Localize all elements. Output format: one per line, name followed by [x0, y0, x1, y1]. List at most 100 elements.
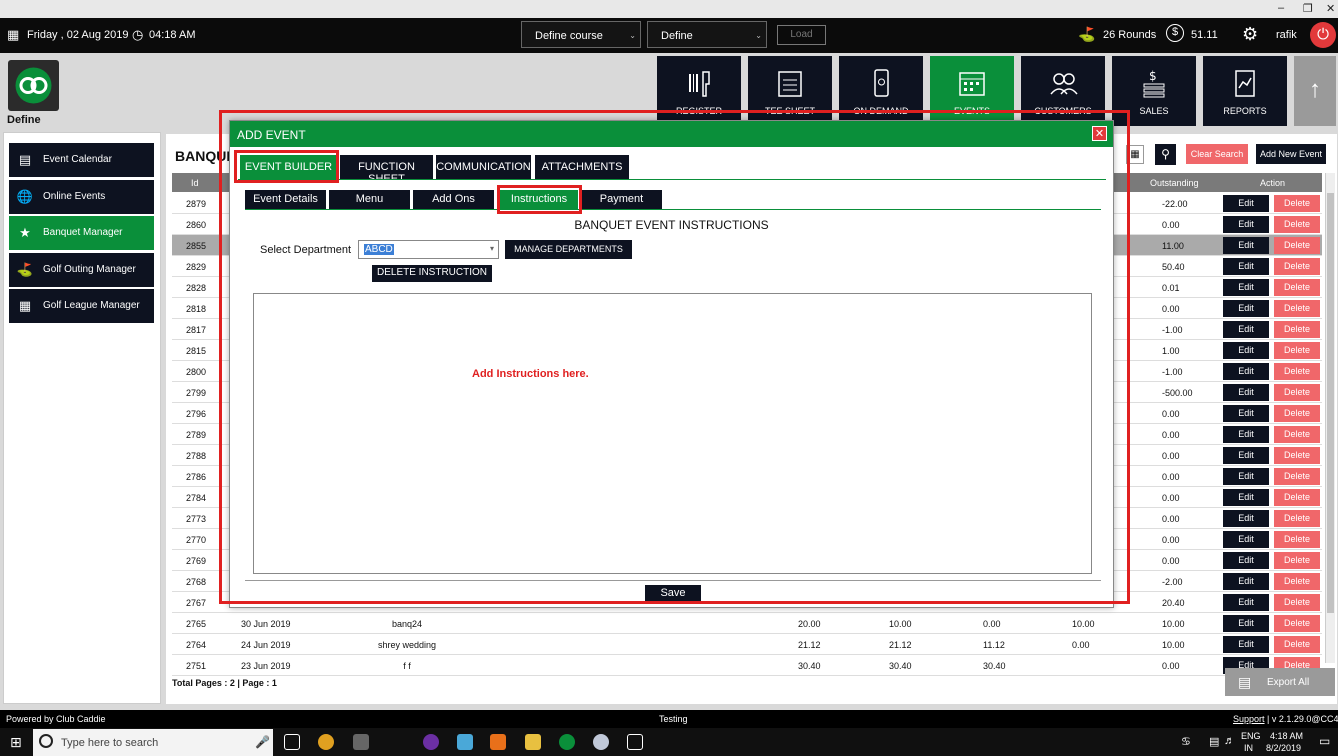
top-bar: ▦ Friday , 02 Aug 2019 ◷ 04:18 AM Define…	[0, 18, 1338, 53]
task-view-icon[interactable]	[284, 734, 300, 750]
delete-button[interactable]: Delete	[1274, 447, 1320, 464]
delete-button[interactable]: Delete	[1274, 363, 1320, 380]
edit-button[interactable]: Edit	[1223, 300, 1269, 317]
club-caddie-icon[interactable]	[559, 734, 575, 750]
add-new-event-button[interactable]: Add New Event	[1256, 144, 1326, 164]
sidebar-item-online-events[interactable]: 🌐 Online Events	[9, 180, 154, 214]
edit-button[interactable]: Edit	[1223, 573, 1269, 590]
calculator-icon[interactable]	[353, 734, 369, 750]
delete-button[interactable]: Delete	[1274, 216, 1320, 233]
course-select[interactable]: Define course ⌄	[521, 21, 641, 48]
edit-button[interactable]: Edit	[1223, 489, 1269, 506]
edit-button[interactable]: Edit	[1223, 594, 1269, 611]
cell-id: 2879	[186, 199, 207, 209]
edit-button[interactable]: Edit	[1223, 468, 1269, 485]
edit-button[interactable]: Edit	[1223, 342, 1269, 359]
load-button[interactable]: Load	[777, 25, 826, 45]
photos-icon[interactable]	[627, 734, 643, 750]
edit-button[interactable]: Edit	[1223, 195, 1269, 212]
edit-button[interactable]: Edit	[1223, 384, 1269, 401]
edit-button[interactable]: Edit	[1223, 216, 1269, 233]
sidebar-item-banquet-manager[interactable]: ★ Banquet Manager	[9, 216, 154, 250]
edit-button[interactable]: Edit	[1223, 258, 1269, 275]
power-icon[interactable]: ⏻	[1310, 22, 1336, 48]
edit-button[interactable]: Edit	[1223, 615, 1269, 632]
table-row[interactable]: 2765 30 Jun 2019 banq24 20.00 10.00 0.00 10.00…	[172, 613, 1322, 634]
table-scrollbar[interactable]	[1325, 173, 1335, 663]
close-window-icon[interactable]: ✕	[1326, 2, 1335, 15]
taskbar-search-placeholder: Type here to search	[61, 737, 159, 749]
network-icon[interactable]: ▤	[1209, 735, 1219, 748]
edit-button[interactable]: Edit	[1223, 405, 1269, 422]
edit-button[interactable]: Edit	[1223, 279, 1269, 296]
edit-button[interactable]: Edit	[1223, 237, 1269, 254]
column-header-id[interactable]: Id	[191, 178, 199, 188]
edit-button[interactable]: Edit	[1223, 447, 1269, 464]
cell-amount: 0.00	[1072, 640, 1090, 650]
notes-icon[interactable]	[457, 734, 473, 750]
cell-amount: 21.12	[889, 640, 912, 650]
delete-button[interactable]: Delete	[1274, 468, 1320, 485]
delete-button[interactable]: Delete	[1274, 384, 1320, 401]
edit-button[interactable]: Edit	[1223, 636, 1269, 653]
notification-icon[interactable]: ▭	[1319, 734, 1330, 748]
delete-button[interactable]: Delete	[1274, 279, 1320, 296]
delete-button[interactable]: Delete	[1274, 195, 1320, 212]
slack-icon[interactable]	[423, 734, 439, 750]
arrow-up-icon[interactable]: ↑	[1294, 56, 1336, 126]
windows-start-icon[interactable]: ⊞	[10, 734, 22, 751]
cell-id: 2860	[186, 220, 207, 230]
clear-search-button[interactable]: Clear Search	[1186, 144, 1248, 164]
delete-button[interactable]: Delete	[1274, 405, 1320, 422]
tile-reports[interactable]: REPORTS	[1203, 56, 1287, 126]
volume-icon[interactable]: ♬	[1224, 735, 1235, 747]
support-link[interactable]: Support	[1233, 714, 1265, 724]
people-icon[interactable]: ♋	[1181, 735, 1191, 748]
delete-button[interactable]: Delete	[1274, 300, 1320, 317]
sidebar-item-label: Event Calendar	[43, 154, 112, 165]
search-icon[interactable]: ⚲	[1155, 144, 1176, 165]
edit-button[interactable]: Edit	[1223, 321, 1269, 338]
delete-button[interactable]: Delete	[1274, 321, 1320, 338]
delete-button[interactable]: Delete	[1274, 594, 1320, 611]
export-all-button[interactable]: ▤ Export All	[1225, 668, 1335, 696]
sidebar-item-golf-league-manager[interactable]: ▦ Golf League Manager	[9, 289, 154, 323]
sidebar-item-event-calendar[interactable]: ▤ Event Calendar	[9, 143, 154, 177]
delete-button[interactable]: Delete	[1274, 510, 1320, 527]
delete-button[interactable]: Delete	[1274, 258, 1320, 275]
define-select[interactable]: Define ⌄	[647, 21, 767, 48]
column-header-outstanding[interactable]: Outstanding	[1150, 178, 1199, 188]
edit-button[interactable]: Edit	[1223, 510, 1269, 527]
delete-button[interactable]: Delete	[1274, 615, 1320, 632]
chrome-icon[interactable]	[318, 734, 334, 750]
edit-button[interactable]: Edit	[1223, 426, 1269, 443]
paint-icon[interactable]	[593, 734, 609, 750]
microphone-icon[interactable]: 🎤	[255, 735, 270, 749]
sidebar-item-golf-outing-manager[interactable]: ⛳ Golf Outing Manager	[9, 253, 154, 287]
edit-button[interactable]: Edit	[1223, 531, 1269, 548]
language-indicator[interactable]: ENG	[1241, 731, 1261, 741]
delete-button[interactable]: Delete	[1274, 531, 1320, 548]
delete-button[interactable]: Delete	[1274, 573, 1320, 590]
cell-id: 2773	[186, 514, 207, 524]
taskbar-clock-time[interactable]: 4:18 AM	[1270, 731, 1303, 741]
taskbar-search-input[interactable]: Type here to search 🎤	[33, 729, 273, 756]
delete-button[interactable]: Delete	[1274, 489, 1320, 506]
edit-button[interactable]: Edit	[1223, 363, 1269, 380]
delete-button[interactable]: Delete	[1274, 426, 1320, 443]
table-row[interactable]: 2764 24 Jun 2019 shrey wedding 21.12 21.12 11…	[172, 634, 1322, 655]
edit-button[interactable]: Edit	[1223, 552, 1269, 569]
delete-button[interactable]: Delete	[1274, 342, 1320, 359]
gear-icon[interactable]: ⚙	[1242, 24, 1258, 45]
cell-id: 2788	[186, 451, 207, 461]
scrollbar-thumb[interactable]	[1327, 193, 1334, 613]
cell-id: 2768	[186, 577, 207, 587]
delete-button[interactable]: Delete	[1274, 636, 1320, 653]
table-row[interactable]: 2751 23 Jun 2019 f f 30.40 30.40 30.40 0.00 Edi…	[172, 655, 1322, 676]
minimize-icon[interactable]: –	[1278, 2, 1284, 14]
delete-button[interactable]: Delete	[1274, 237, 1320, 254]
file-explorer-icon[interactable]	[525, 734, 541, 750]
delete-button[interactable]: Delete	[1274, 552, 1320, 569]
restore-icon[interactable]: ❐	[1303, 2, 1313, 15]
sublime-icon[interactable]	[490, 734, 506, 750]
